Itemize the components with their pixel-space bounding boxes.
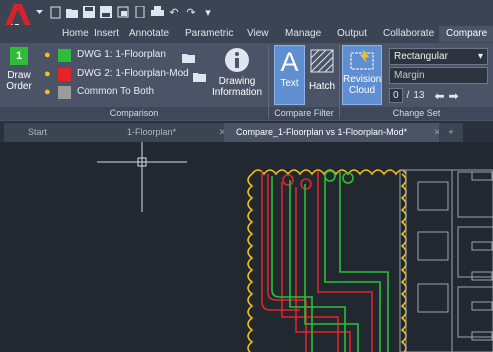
doc-tab-label: Start [28, 127, 48, 137]
change-set-navigator: 0 / 13 ⬅ ➡ [389, 88, 459, 103]
next-change-icon[interactable]: ➡ [449, 89, 459, 103]
compare-filter-panel-title: Compare Filter [269, 107, 339, 120]
tab-compare[interactable]: Compare [439, 26, 493, 42]
drawing-viewport[interactable] [0, 142, 493, 352]
lightbulb-icon[interactable]: ● [44, 68, 51, 80]
drawing-information-button[interactable]: Drawing Information [212, 47, 262, 98]
print-icon[interactable] [150, 5, 164, 19]
dwg2-color-swatch[interactable] [58, 68, 71, 81]
hatch-icon [310, 49, 334, 73]
folder-icon[interactable] [182, 50, 195, 68]
common-color-swatch[interactable] [58, 86, 71, 99]
revision-cloud-button[interactable]: Revision Cloud [342, 45, 382, 105]
tab-output[interactable]: Output [337, 27, 367, 41]
dwg2-label: DWG 2: 1-Floorplan-Mod [77, 68, 189, 79]
tab-manage[interactable]: Manage [285, 27, 321, 41]
new-icon[interactable] [48, 5, 62, 19]
ribbon-panel-area: 1 Draw Order ● DWG 1: 1-Floorplan ● DWG … [0, 43, 493, 121]
plus-icon: + [448, 127, 454, 137]
share-icon[interactable] [133, 5, 147, 19]
change-counter-separator: / [406, 90, 410, 101]
change-set-panel-title: Change Set [340, 107, 493, 120]
chevron-down-icon[interactable] [36, 10, 43, 15]
tab-view[interactable]: View [247, 27, 269, 41]
previous-change-icon[interactable]: ⬅ [434, 89, 444, 103]
tab-insert[interactable]: Insert [94, 27, 119, 41]
chevron-down-icon: ▾ [477, 51, 483, 62]
common-label: Common To Both [77, 86, 155, 97]
folder-icon[interactable] [193, 69, 206, 87]
revision-cloud-label: Revision [343, 74, 382, 85]
document-tab-bar: Start 1-Floorplan* ✕ Compare_1-Floorplan… [0, 121, 493, 143]
open-icon[interactable] [65, 5, 79, 19]
draw-order-label-line2: Order [6, 81, 32, 92]
save-icon[interactable] [82, 5, 96, 19]
draw-order-label: Draw [7, 70, 31, 81]
customize-icon[interactable]: ▾ [201, 5, 215, 19]
revision-cloud-icon [350, 49, 374, 70]
dwg1-geometry [271, 170, 389, 352]
lightbulb-icon[interactable]: ● [44, 86, 51, 98]
redo-icon[interactable]: ↷ [184, 5, 198, 19]
text-filter-label: Text [280, 78, 299, 89]
change-total: 13 [413, 90, 425, 101]
hatch-filter-button[interactable]: Hatch [307, 47, 337, 93]
cloud-shape-value: Rectangular [394, 51, 448, 62]
draw-order-badge: 1 [10, 47, 28, 65]
doc-tab-compare[interactable]: Compare_1-Floorplan vs 1-Floorplan-Mod* … [224, 123, 447, 142]
undo-icon[interactable]: ↶ [167, 5, 181, 19]
quick-access-toolbar: LT ↶ ↷ ▾ [0, 0, 493, 33]
common-geometry [399, 169, 493, 352]
lightbulb-icon[interactable]: ● [44, 49, 51, 61]
doc-tab-label: 1-Floorplan* [127, 127, 177, 137]
tab-home[interactable]: Home [62, 27, 89, 41]
plot-icon[interactable] [116, 5, 130, 19]
drawing-info-label-line2: Information [212, 87, 263, 98]
dwg1-color-swatch[interactable] [58, 49, 71, 62]
ribbon-tab-bar: Home Insert Annotate Parametric View Man… [0, 25, 493, 43]
hatch-filter-label: Hatch [308, 81, 336, 92]
drawing-info-label: Drawing [218, 76, 256, 87]
draw-order-button[interactable]: 1 Draw Order [6, 47, 32, 92]
doc-tab-floorplan[interactable]: 1-Floorplan* ✕ [103, 123, 232, 142]
revision-cloud-label-line2: Cloud [348, 85, 376, 96]
change-index-field[interactable]: 0 [389, 88, 403, 103]
drawing-canvas[interactable] [0, 142, 493, 352]
doc-tab-label: Compare_1-Floorplan vs 1-Floorplan-Mod* [236, 127, 408, 137]
comparison-panel-title: Comparison [0, 107, 268, 120]
text-filter-button[interactable]: A Text [274, 45, 305, 105]
doc-tab-start[interactable]: Start [4, 123, 111, 142]
margin-input[interactable]: Margin [389, 67, 488, 84]
crosshair-cursor-icon [97, 142, 187, 212]
cloud-shape-select[interactable]: Rectangular ▾ [389, 48, 488, 65]
save-as-icon[interactable] [99, 5, 113, 19]
tab-parametric[interactable]: Parametric [185, 27, 233, 41]
margin-placeholder: Margin [394, 70, 425, 81]
tab-annotate[interactable]: Annotate [129, 27, 169, 41]
info-icon [225, 48, 249, 72]
dwg1-label: DWG 1: 1-Floorplan [77, 49, 166, 60]
new-tab-button[interactable]: + [439, 123, 463, 142]
text-filter-icon: A [280, 47, 299, 77]
tab-collaborate[interactable]: Collaborate [383, 27, 434, 41]
